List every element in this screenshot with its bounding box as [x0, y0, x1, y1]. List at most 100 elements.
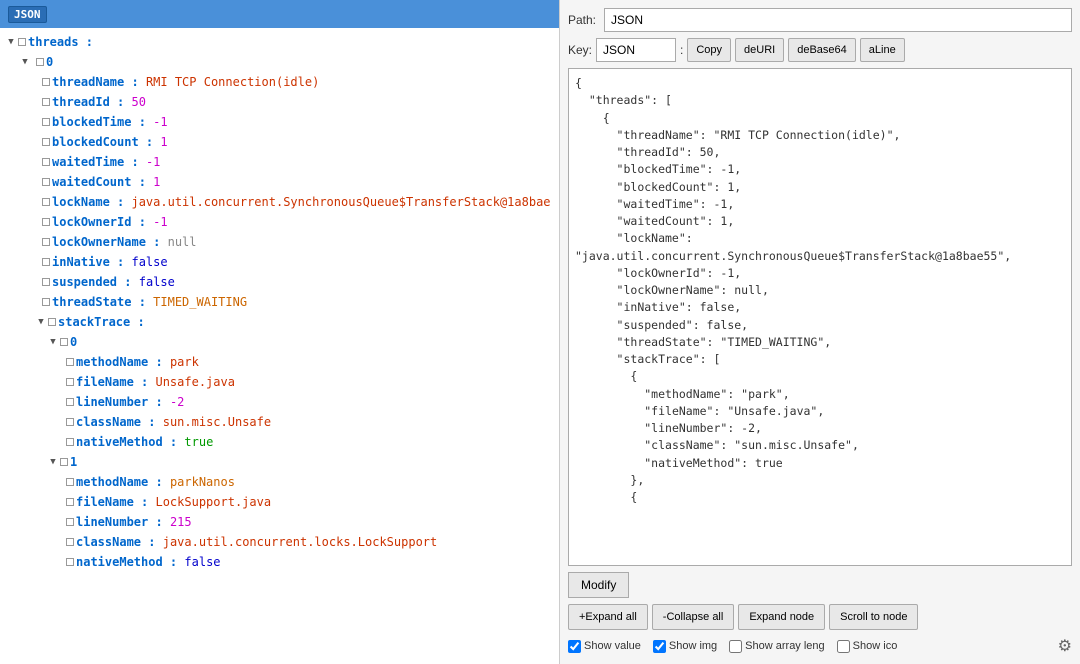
tree-row[interactable]: methodName : parkNanos [0, 472, 559, 492]
key-label: fileName : [76, 373, 148, 391]
show-array-leng-checkbox[interactable] [729, 640, 742, 653]
value: 50 [131, 93, 145, 111]
tree-row[interactable]: waitedTime : -1 [0, 152, 559, 172]
tree-row[interactable]: nativeMethod : false [0, 552, 559, 572]
show-value-checkbox[interactable] [568, 640, 581, 653]
tree-row[interactable]: fileName : LockSupport.java [0, 492, 559, 512]
node-dot [66, 398, 74, 406]
key-label: lockName : [52, 193, 124, 211]
tree-row[interactable]: lockName : java.util.concurrent.Synchron… [0, 192, 559, 212]
key-label: waitedCount : [52, 173, 146, 191]
node-dot [66, 418, 74, 426]
show-img-checkbox[interactable] [653, 640, 666, 653]
tree-row[interactable]: ▼ stackTrace : [0, 312, 559, 332]
show-img-checkbox-item: Show img [653, 640, 717, 653]
key-input[interactable] [596, 38, 676, 62]
key-label: stackTrace : [58, 313, 145, 331]
node-dot [18, 38, 26, 46]
tree-row[interactable]: lockOwnerName : null [0, 232, 559, 252]
tree-row[interactable]: inNative : false [0, 252, 559, 272]
node-dot [42, 218, 50, 226]
tree-row[interactable]: lineNumber : 215 [0, 512, 559, 532]
tree-row[interactable]: blockedCount : 1 [0, 132, 559, 152]
value: 215 [170, 513, 192, 531]
node-dot [60, 458, 68, 466]
tree-row[interactable]: ▼ 0 [0, 332, 559, 352]
value: java.util.concurrent.SynchronousQueue$Tr… [131, 193, 550, 211]
node-dot [60, 338, 68, 346]
node-dot [42, 298, 50, 306]
deuri-button[interactable]: deURI [735, 38, 784, 62]
json-editor[interactable]: { "threads": [ { "threadName": "RMI TCP … [568, 68, 1072, 566]
modify-button[interactable]: Modify [568, 572, 629, 598]
tree-row[interactable]: ▼ 0 [0, 52, 559, 72]
node-dot [66, 558, 74, 566]
value: 1 [153, 173, 160, 191]
settings-icon[interactable]: ⚙ [1058, 636, 1072, 656]
tree-row[interactable]: lockOwnerId : -1 [0, 212, 559, 232]
key-label: methodName : [76, 353, 163, 371]
tree-row[interactable]: className : sun.misc.Unsafe [0, 412, 559, 432]
expand-node-button[interactable]: Expand node [738, 604, 825, 630]
show-img-label: Show img [669, 640, 717, 652]
key-label: 0 [70, 333, 77, 351]
node-dot [42, 258, 50, 266]
expand-icon[interactable]: ▼ [18, 55, 32, 69]
tree-row[interactable]: suspended : false [0, 272, 559, 292]
tree-row[interactable]: fileName : Unsafe.java [0, 372, 559, 392]
aline-button[interactable]: aLine [860, 38, 905, 62]
expand-all-button[interactable]: +Expand all [568, 604, 648, 630]
expand-icon[interactable]: ▼ [34, 315, 48, 329]
path-input[interactable] [604, 8, 1072, 32]
node-dot [66, 538, 74, 546]
expand-icon[interactable]: ▼ [46, 335, 60, 349]
debase64-button[interactable]: deBase64 [788, 38, 856, 62]
node-dot [42, 238, 50, 246]
show-ico-checkbox[interactable] [837, 640, 850, 653]
expand-icon[interactable]: ▼ [4, 35, 18, 49]
node-dot [42, 98, 50, 106]
key-label-right: Key: [568, 43, 592, 57]
json-header: JSON [0, 0, 559, 28]
collapse-all-button[interactable]: -Collapse all [652, 604, 735, 630]
key-row: Key: : Copy deURI deBase64 aLine [568, 38, 1072, 62]
node-dot [66, 378, 74, 386]
action-row: +Expand all -Collapse all Expand node Sc… [568, 604, 1072, 630]
key-label: className : [76, 533, 155, 551]
node-dot [48, 318, 56, 326]
node-dot [42, 138, 50, 146]
key-label: threadId : [52, 93, 124, 111]
key-label: threads : [28, 33, 93, 51]
value: Unsafe.java [155, 373, 234, 391]
key-label: lockOwnerName : [52, 233, 160, 251]
node-dot [66, 358, 74, 366]
left-tree-panel: JSON ▼ threads : ▼ 0 threadName : RMI TC… [0, 0, 560, 664]
tree-row[interactable]: className : java.util.concurrent.locks.L… [0, 532, 559, 552]
value: -2 [170, 393, 184, 411]
show-value-label: Show value [584, 640, 641, 652]
tree-row[interactable]: ▼ threads : [0, 32, 559, 52]
tree-row[interactable]: threadId : 50 [0, 92, 559, 112]
key-label: blockedCount : [52, 133, 153, 151]
modify-row: Modify [568, 572, 1072, 598]
json-badge: JSON [8, 6, 47, 23]
key-label: lineNumber : [76, 393, 163, 411]
tree-row[interactable]: blockedTime : -1 [0, 112, 559, 132]
value: RMI TCP Connection(idle) [146, 73, 319, 91]
tree-row[interactable]: threadName : RMI TCP Connection(idle) [0, 72, 559, 92]
tree-row[interactable]: threadState : TIMED_WAITING [0, 292, 559, 312]
value: park [170, 353, 199, 371]
tree-row[interactable]: lineNumber : -2 [0, 392, 559, 412]
value: false [184, 553, 220, 571]
tree-row[interactable]: methodName : park [0, 352, 559, 372]
tree-row[interactable]: waitedCount : 1 [0, 172, 559, 192]
value: true [184, 433, 213, 451]
value: -1 [153, 213, 167, 231]
tree-row[interactable]: ▼ 1 [0, 452, 559, 472]
show-array-leng-checkbox-item: Show array leng [729, 640, 825, 653]
expand-icon[interactable]: ▼ [46, 455, 60, 469]
scroll-to-node-button[interactable]: Scroll to node [829, 604, 918, 630]
copy-button[interactable]: Copy [687, 38, 731, 62]
value: java.util.concurrent.locks.LockSupport [163, 533, 438, 551]
tree-row[interactable]: nativeMethod : true [0, 432, 559, 452]
